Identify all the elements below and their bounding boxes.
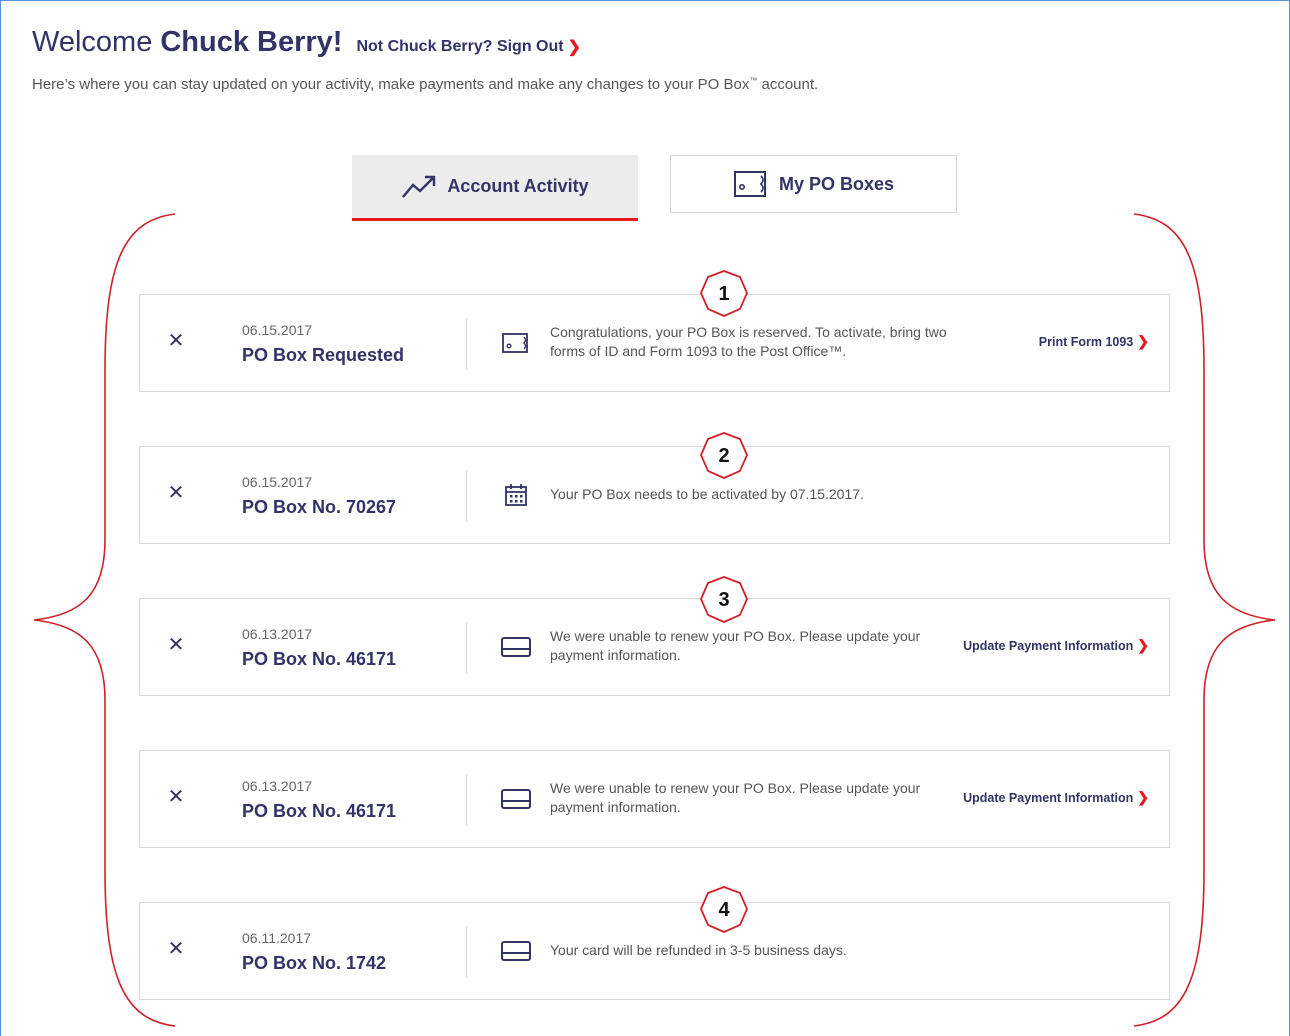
divider	[466, 623, 467, 673]
annotation-badge-4: 4	[698, 884, 750, 936]
annotation-badge-2: 2	[698, 430, 750, 482]
activity-date: 06.15.2017	[242, 322, 313, 338]
update-payment-link[interactable]: Update Payment Information ❯	[963, 637, 1149, 654]
activity-card-2: ✕ 06.15.2017 PO Box No. 70267 Your PO Bo…	[139, 446, 1170, 544]
activity-date: 06.15.2017	[242, 474, 313, 490]
dismiss-icon[interactable]: ✕	[166, 329, 186, 353]
divider	[466, 471, 467, 521]
sign-out-link[interactable]: Not Chuck Berry? Sign Out ❯	[356, 37, 581, 57]
activity-message: Your card will be refunded in 3-5 busine…	[550, 942, 847, 958]
activity-title: PO Box No. 70267	[242, 497, 397, 517]
credit-card-icon	[500, 937, 532, 965]
activity-title: PO Box No. 1742	[242, 953, 387, 973]
chevron-right-icon: ❯	[567, 39, 581, 56]
annotation-number: 1	[718, 282, 730, 305]
dismiss-icon[interactable]: ✕	[166, 481, 186, 505]
annotation-number: 4	[718, 898, 730, 921]
update-payment-label: Update Payment Information	[963, 790, 1134, 805]
print-form-link[interactable]: Print Form 1093 ❯	[1039, 333, 1149, 350]
dismiss-icon[interactable]: ✕	[166, 785, 186, 809]
divider	[466, 927, 467, 977]
activity-title: PO Box No. 46171	[242, 801, 397, 821]
tab-my-po-boxes-label: My PO Boxes	[778, 173, 895, 194]
page-subtitle: Here’s where you can stay updated on you…	[32, 76, 818, 93]
activity-card-4: ✕ 06.13.2017 PO Box No. 46171 We were un…	[139, 750, 1170, 848]
divider	[466, 775, 467, 825]
annotation-badge-1: 1	[698, 268, 750, 320]
credit-card-icon	[500, 785, 532, 813]
activity-message: Congratulations, your PO Box is reserved…	[550, 324, 947, 359]
subtitle-end: account.	[757, 76, 819, 93]
sign-out-label: Not Chuck Berry? Sign Out	[356, 38, 564, 55]
subtitle-text: Here’s where you can stay updated on you…	[32, 76, 750, 93]
dismiss-icon[interactable]: ✕	[166, 937, 186, 961]
calendar-icon	[500, 481, 532, 509]
divider	[466, 319, 467, 369]
activity-card-5: ✕ 06.11.2017 PO Box No. 1742 Your card w…	[139, 902, 1170, 1000]
activity-date: 06.13.2017	[242, 626, 313, 642]
activity-date: 06.11.2017	[242, 930, 312, 946]
chevron-right-icon: ❯	[1137, 333, 1149, 349]
activity-message: Your PO Box needs to be activated by 07.…	[550, 486, 864, 502]
trend-line-icon	[402, 175, 436, 198]
dismiss-icon[interactable]: ✕	[166, 633, 186, 657]
update-payment-link[interactable]: Update Payment Information ❯	[963, 789, 1149, 806]
activity-title: PO Box No. 46171	[242, 649, 397, 669]
activity-title: PO Box Requested	[242, 345, 405, 365]
activity-message: We were unable to renew your PO Box. Ple…	[550, 628, 921, 663]
tab-account-activity[interactable]: Account Activity	[352, 155, 638, 221]
welcome-header: Welcome Chuck Berry! Not Chuck Berry? Si…	[32, 26, 581, 59]
activity-date: 06.13.2017	[242, 778, 313, 794]
tab-account-activity-label: Account Activity	[447, 176, 589, 196]
activity-message: We were unable to renew your PO Box. Ple…	[550, 780, 921, 815]
tab-my-po-boxes[interactable]: My PO Boxes	[670, 155, 957, 213]
welcome-label: Welcome	[32, 26, 153, 58]
activity-card-3: ✕ 06.13.2017 PO Box No. 46171 We were un…	[139, 598, 1170, 696]
annotation-number: 3	[718, 588, 730, 611]
po-box-icon	[500, 329, 532, 357]
credit-card-icon	[500, 633, 532, 661]
chevron-right-icon: ❯	[1137, 637, 1149, 653]
user-name: Chuck Berry!	[160, 26, 343, 58]
activity-card-1: ✕ 06.15.2017 PO Box Requested Congratula…	[139, 294, 1170, 392]
update-payment-label: Update Payment Information	[963, 638, 1134, 653]
annotation-badge-3: 3	[698, 574, 750, 626]
print-form-label: Print Form 1093	[1038, 334, 1134, 349]
chevron-right-icon: ❯	[1137, 789, 1149, 805]
annotation-number: 2	[718, 444, 730, 467]
po-box-icon	[733, 171, 766, 197]
